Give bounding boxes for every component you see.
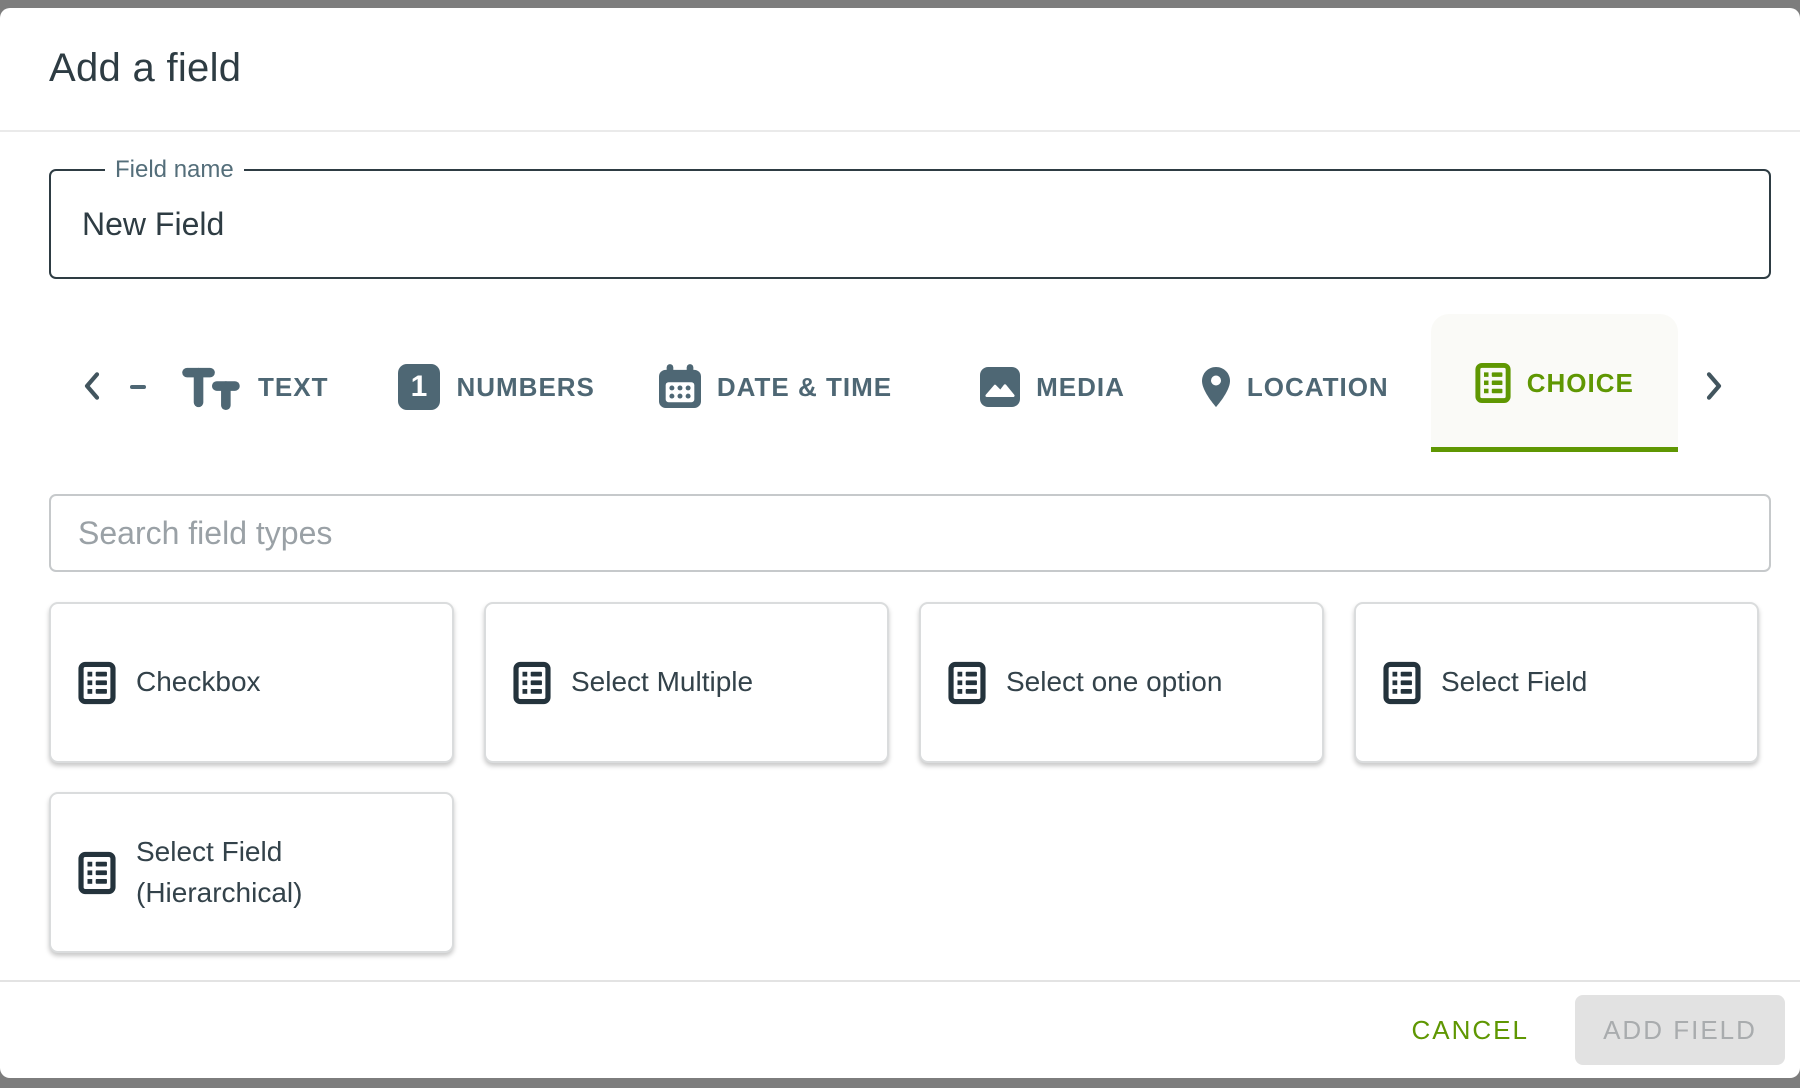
media-image-icon [980,367,1020,407]
tabs-scroll-left-button[interactable] [82,370,102,405]
field-type-label: Select Field [1441,662,1587,703]
location-pin-icon [1201,366,1231,408]
choice-list-icon [78,661,116,705]
tab-choice[interactable]: CHOICE [1431,314,1678,452]
field-type-list: Checkbox Select Multiple [49,602,1759,953]
field-type-label: Select Multiple [571,662,753,703]
add-field-button[interactable]: ADD FIELD [1575,995,1785,1065]
field-name-group: Field name [49,169,1771,279]
field-type-card-checkbox[interactable]: Checkbox [49,602,454,763]
tab-label: DATE & TIME [717,372,892,403]
field-type-card-select-field[interactable]: Select Field [1354,602,1759,763]
tab-label: NUMBERS [456,372,594,403]
field-type-label: Checkbox [136,662,261,703]
tabs-scroll-right-button[interactable] [1704,370,1724,405]
choice-list-icon [1475,362,1511,404]
field-category-tabs: TEXT NUMBERS DATE & TIME [0,314,1800,460]
cancel-button[interactable]: CANCEL [1402,1015,1539,1046]
tab-label: TEXT [258,372,328,403]
choice-list-icon [948,661,986,705]
field-type-label: Select one option [1006,662,1222,703]
tab-label: MEDIA [1036,372,1125,403]
chevron-left-icon [82,370,102,405]
tab-text[interactable]: TEXT [180,364,328,410]
search-field-types-input[interactable] [49,494,1771,572]
field-type-card-select-field-hierarchical[interactable]: Select Field (Hierarchical) [49,792,454,953]
tab-label: LOCATION [1247,372,1389,403]
number-icon [398,364,440,410]
field-type-card-select-one-option[interactable]: Select one option [919,602,1324,763]
choice-list-icon [513,661,551,705]
field-name-input[interactable] [51,171,1769,277]
calendar-icon [659,364,701,410]
tab-date-time[interactable]: DATE & TIME [659,364,892,410]
tab-label: CHOICE [1527,368,1634,399]
choice-list-icon [78,851,116,895]
dialog-footer: CANCEL ADD FIELD [0,982,1800,1078]
tab-numbers[interactable]: NUMBERS [398,364,594,410]
header-divider [0,130,1800,132]
partial-scrolled-tab-fragment[interactable] [130,385,146,389]
tab-location[interactable]: LOCATION [1201,366,1389,408]
choice-list-icon [1383,661,1421,705]
text-format-icon [180,364,242,410]
field-type-label: Select Field (Hierarchical) [136,832,376,913]
add-field-dialog: Add a field Field name TEXT [0,8,1800,1078]
tab-media[interactable]: MEDIA [980,367,1125,407]
dialog-title: Add a field [49,46,241,91]
chevron-right-icon [1704,370,1724,405]
field-type-card-select-multiple[interactable]: Select Multiple [484,602,889,763]
